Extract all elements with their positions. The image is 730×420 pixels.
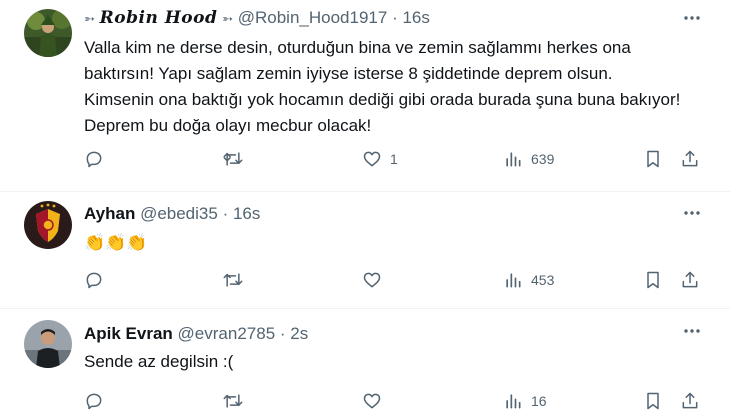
separator: · bbox=[279, 324, 286, 343]
reply-icon bbox=[84, 149, 104, 169]
views-icon bbox=[503, 391, 523, 411]
reply-icon bbox=[84, 391, 104, 411]
separator: · bbox=[222, 204, 229, 223]
retweet-icon bbox=[222, 149, 244, 169]
heart-icon bbox=[362, 270, 382, 290]
like-button[interactable] bbox=[362, 389, 382, 413]
bookmark-icon bbox=[643, 391, 663, 411]
clapping-hands-emoji: 👏👏👏 bbox=[84, 233, 148, 252]
timestamp[interactable]: 16s bbox=[233, 204, 260, 223]
retweet-icon bbox=[222, 270, 244, 290]
display-name[interactable]: Robin Hood bbox=[100, 8, 218, 28]
arrow-decoration-icon: ➳ bbox=[222, 11, 233, 26]
share-button[interactable] bbox=[680, 268, 700, 292]
tweet-header: ➳ Robin Hood ➳ @Robin_Hood1917 · 16s bbox=[84, 8, 430, 29]
share-button[interactable] bbox=[680, 147, 700, 171]
bookmark-icon bbox=[643, 270, 663, 290]
heart-icon bbox=[362, 149, 382, 169]
display-name[interactable]: Apik Evran bbox=[84, 324, 173, 343]
tweet-text: Sende az degilsin :( bbox=[84, 352, 234, 371]
views-icon bbox=[503, 149, 523, 169]
tweet-text: 👏👏👏 bbox=[84, 230, 684, 256]
reply-button[interactable] bbox=[84, 268, 104, 292]
more-icon[interactable] bbox=[680, 203, 704, 223]
timestamp[interactable]: 16s bbox=[402, 8, 429, 27]
reply-icon bbox=[84, 270, 104, 290]
more-icon[interactable] bbox=[680, 8, 704, 28]
view-count: 16 bbox=[531, 393, 547, 409]
user-handle[interactable]: @ebedi35 bbox=[140, 204, 218, 223]
reply-button[interactable] bbox=[84, 389, 104, 413]
bookmark-icon bbox=[643, 149, 663, 169]
share-icon bbox=[680, 391, 700, 411]
views-button[interactable]: 16 bbox=[503, 389, 547, 413]
avatar[interactable] bbox=[24, 201, 72, 249]
retweet-button[interactable] bbox=[222, 147, 244, 171]
arrow-decoration-icon: ➳ bbox=[84, 11, 95, 26]
avatar[interactable] bbox=[24, 9, 72, 57]
tweet-actions: 16 bbox=[0, 389, 730, 413]
tweet-actions: 453 bbox=[0, 268, 730, 292]
user-handle[interactable]: @Robin_Hood1917 bbox=[238, 8, 388, 27]
reply-button[interactable] bbox=[84, 147, 104, 171]
view-count: 453 bbox=[531, 272, 555, 288]
view-count: 639 bbox=[531, 151, 555, 167]
avatar[interactable] bbox=[24, 320, 72, 368]
retweet-button[interactable] bbox=[222, 268, 244, 292]
share-icon bbox=[680, 270, 700, 290]
share-button[interactable] bbox=[680, 389, 700, 413]
more-icon[interactable] bbox=[680, 321, 704, 341]
like-button[interactable] bbox=[362, 268, 382, 292]
like-button[interactable]: 1 bbox=[362, 147, 398, 171]
heart-icon bbox=[362, 391, 382, 411]
bookmark-button[interactable] bbox=[643, 268, 663, 292]
bookmark-button[interactable] bbox=[643, 147, 663, 171]
display-name[interactable]: Ayhan bbox=[84, 204, 135, 223]
retweet-button[interactable] bbox=[222, 389, 244, 413]
like-count: 1 bbox=[390, 151, 398, 167]
views-button[interactable]: 453 bbox=[503, 268, 554, 292]
separator: · bbox=[392, 8, 398, 27]
retweet-icon bbox=[222, 391, 244, 411]
tweet-text: Valla kim ne derse desin, oturduğun bina… bbox=[84, 38, 681, 135]
bookmark-button[interactable] bbox=[643, 389, 663, 413]
tweet-actions: 1 639 bbox=[0, 147, 730, 171]
tweet[interactable]: ➳ Robin Hood ➳ @Robin_Hood1917 · 16s Val… bbox=[0, 0, 730, 192]
share-icon bbox=[680, 149, 700, 169]
views-icon bbox=[503, 270, 523, 290]
views-button[interactable]: 639 bbox=[503, 147, 554, 171]
timestamp[interactable]: 2s bbox=[290, 324, 308, 343]
user-handle[interactable]: @evran2785 bbox=[178, 324, 276, 343]
tweet-header: Ayhan @ebedi35 · 16s bbox=[84, 204, 260, 224]
tweet-header: Apik Evran @evran2785 · 2s bbox=[84, 324, 308, 344]
